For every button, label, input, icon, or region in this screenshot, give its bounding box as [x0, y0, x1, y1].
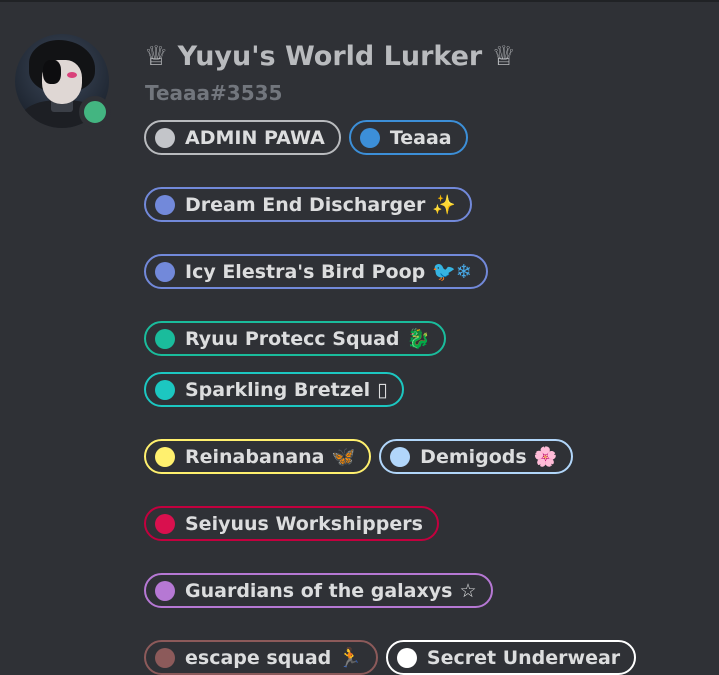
username: ♕ Yuyu's World Lurker ♕ — [144, 41, 516, 72]
role-color-dot[interactable] — [155, 647, 175, 668]
role-pill[interactable]: ADMIN PAWA — [144, 120, 341, 155]
role-name: Icy Elestra's Bird Poop — [185, 260, 426, 283]
role-color-dot[interactable] — [155, 513, 175, 534]
role-pill[interactable]: Guardians of the galaxys ☆ — [144, 573, 493, 608]
role-pill[interactable]: escape squad 🏃 — [144, 640, 378, 675]
avatar-container[interactable] — [15, 34, 111, 128]
role-name: Dream End Discharger — [185, 193, 426, 216]
role-color-dot[interactable] — [155, 127, 175, 148]
role-color-dot[interactable] — [359, 127, 380, 148]
role-emoji-icon: 🐉 — [406, 327, 431, 350]
role-emoji-icon: ▯ — [377, 378, 388, 401]
role-pill[interactable]: Ryuu Protecc Squad 🐉 — [144, 321, 447, 356]
user-tag: Teaaa#3535 — [145, 81, 283, 105]
role-color-dot[interactable] — [155, 580, 175, 601]
role-color-dot[interactable] — [155, 261, 175, 282]
role-name: Seiyuus Workshippers — [185, 512, 423, 535]
top-divider — [0, 0, 719, 2]
role-pill[interactable]: Demigods 🌸 — [379, 439, 574, 474]
role-name: ADMIN PAWA — [185, 126, 325, 149]
role-name: Secret Underwear — [426, 646, 621, 669]
role-name: Ryuu Protecc Squad — [185, 327, 400, 350]
role-color-dot[interactable] — [155, 328, 175, 349]
role-emoji-icon: 🏃 — [338, 646, 362, 669]
role-name: Sparkling Bretzel — [185, 378, 371, 401]
role-pill[interactable]: Icy Elestra's Bird Poop 🐦❄ — [144, 254, 488, 289]
role-emoji-icon: 🌸 — [533, 445, 558, 468]
role-name: Demigods — [420, 445, 527, 468]
role-name: Reinabanana — [185, 445, 325, 468]
role-emoji-icon: ✨ — [432, 193, 457, 216]
online-status-icon — [79, 96, 111, 128]
avatar-eye — [67, 72, 77, 78]
role-emoji-icon: ☆ — [459, 579, 477, 602]
role-color-dot[interactable] — [390, 446, 411, 467]
role-color-dot[interactable] — [155, 446, 175, 467]
role-color-dot[interactable] — [155, 379, 175, 400]
role-pill[interactable]: Dream End Discharger ✨ — [144, 187, 473, 222]
role-pill[interactable]: Secret Underwear — [385, 640, 637, 675]
avatar-eyepatch — [43, 60, 61, 84]
role-pill[interactable]: Reinabanana 🦋 — [144, 439, 372, 474]
role-pill[interactable]: Sparkling Bretzel ▯ — [144, 372, 404, 407]
role-list: ADMIN PAWA Teaaa Dream End Discharger ✨ Icy … — [144, 120, 704, 675]
role-color-dot[interactable] — [155, 194, 175, 215]
role-emoji-icon: 🦋 — [331, 445, 356, 468]
role-emoji-icon: 🐦❄ — [432, 260, 472, 283]
role-color-dot[interactable] — [396, 647, 417, 668]
role-pill[interactable]: Teaaa — [348, 120, 468, 155]
role-name: Guardians of the galaxys — [185, 579, 453, 602]
role-name: escape squad — [185, 646, 332, 669]
role-name: Teaaa — [389, 126, 452, 149]
role-pill[interactable]: Seiyuus Workshippers — [144, 506, 439, 541]
